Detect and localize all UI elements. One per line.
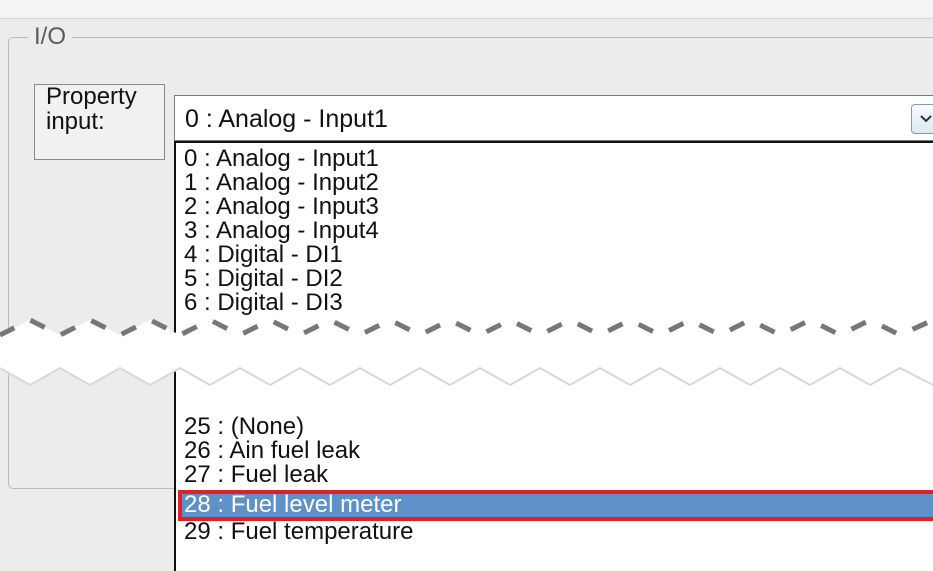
list-item[interactable]: 0 : Analog - Input1 bbox=[184, 146, 379, 171]
list-item[interactable]: 26 : Ain fuel leak bbox=[184, 438, 360, 463]
list-item[interactable]: 1 : Analog - Input2 bbox=[184, 170, 379, 195]
torn-break-overlay bbox=[0, 300, 933, 400]
list-item[interactable]: 25 : (None) bbox=[184, 414, 304, 439]
io-group-title: I/O bbox=[28, 23, 73, 51]
dropdown-button[interactable] bbox=[911, 104, 933, 134]
list-item[interactable]: 3 : Analog - Input4 bbox=[184, 218, 379, 243]
chevron-down-icon bbox=[920, 115, 932, 123]
list-item[interactable]: 2 : Analog - Input3 bbox=[184, 194, 379, 219]
selected-list-item[interactable]: 28 : Fuel level meter bbox=[178, 490, 933, 521]
list-item[interactable]: 27 : Fuel leak bbox=[184, 462, 328, 487]
selected-input-value: 0 : Analog - Input1 bbox=[185, 105, 388, 133]
top-panel bbox=[0, 0, 933, 19]
property-input-label: Property input: bbox=[46, 83, 137, 135]
list-item[interactable]: 4 : Digital - DI1 bbox=[184, 242, 343, 267]
list-item[interactable]: 29 : Fuel temperature bbox=[184, 519, 413, 544]
torn-edge-icon bbox=[0, 317, 933, 387]
list-item[interactable]: 5 : Digital - DI2 bbox=[184, 266, 343, 291]
